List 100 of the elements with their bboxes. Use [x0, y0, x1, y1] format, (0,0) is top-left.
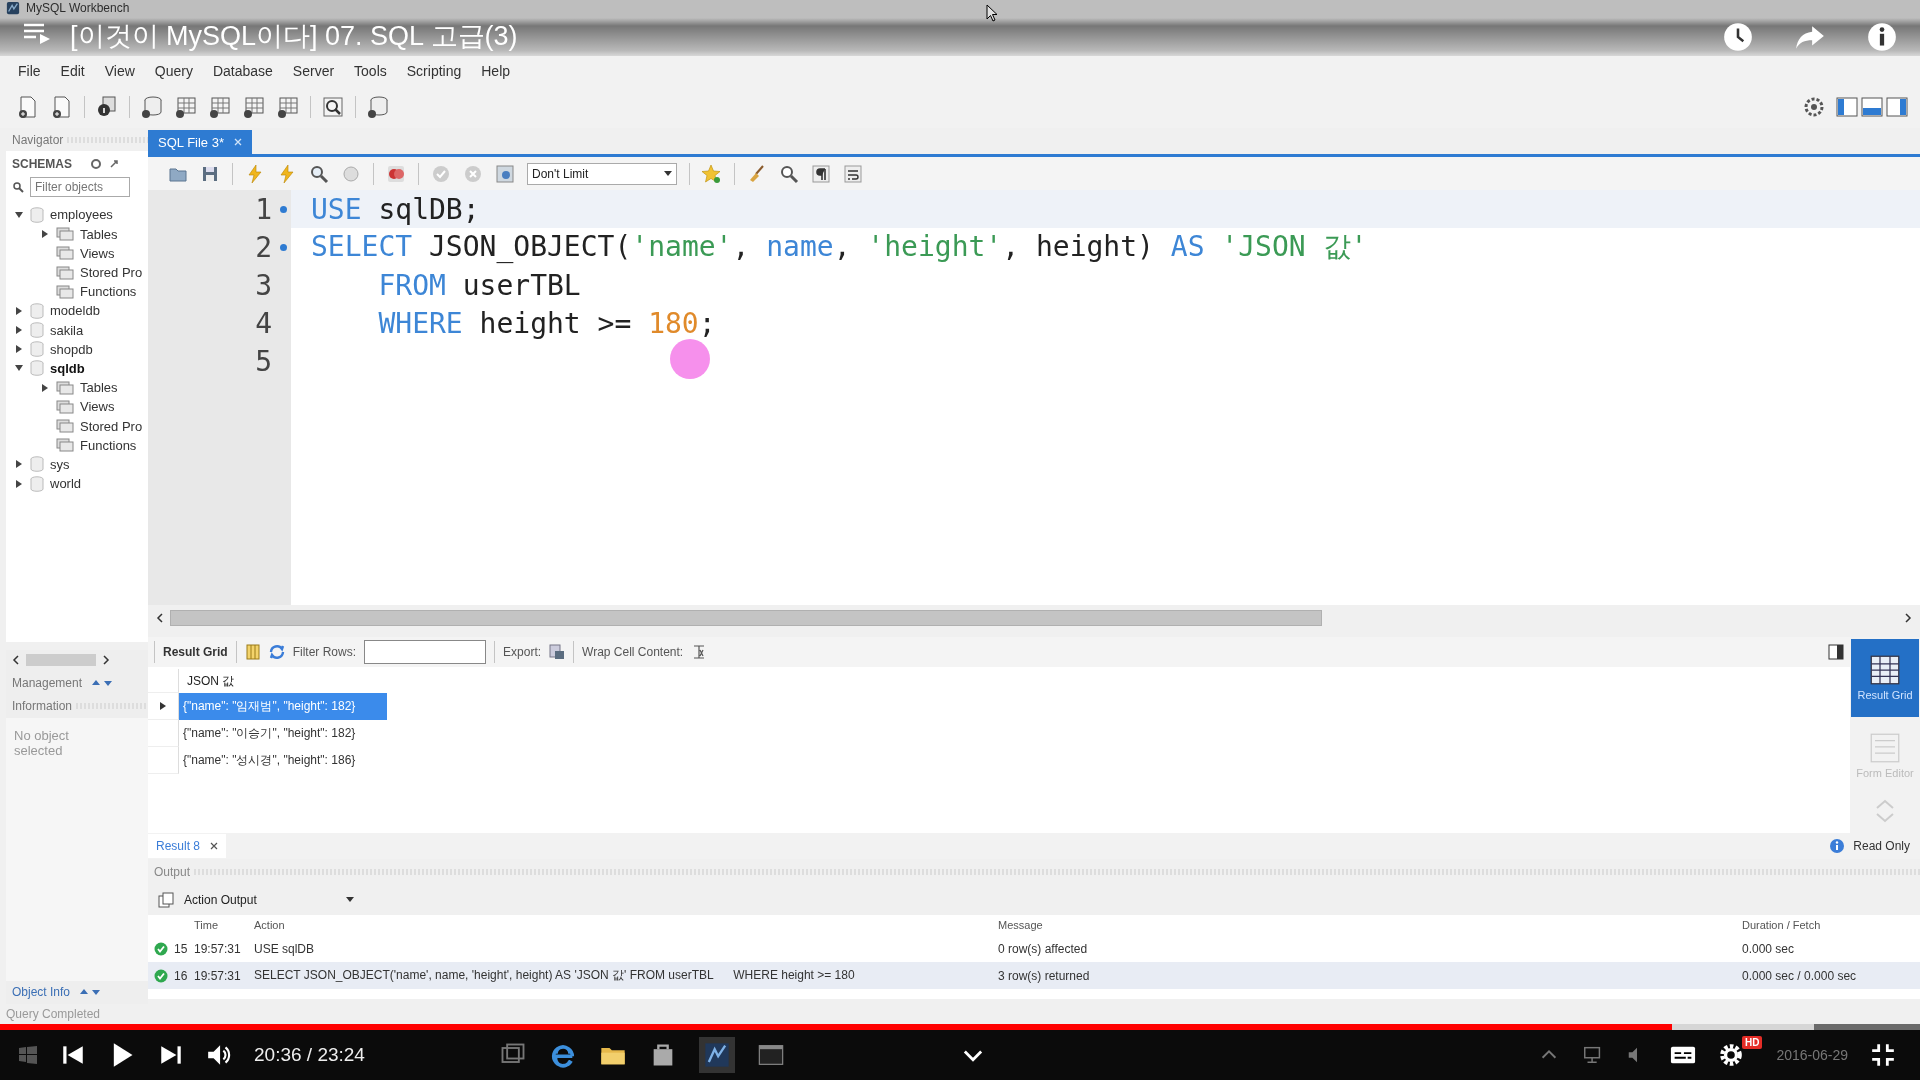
- export-icon[interactable]: [549, 644, 566, 660]
- menu-item[interactable]: Edit: [52, 63, 93, 79]
- table-cell[interactable]: {"name": "이승기", "height": 182}: [179, 720, 387, 747]
- menu-item[interactable]: Server: [284, 63, 343, 79]
- tree-item[interactable]: Stored Pro: [80, 418, 143, 434]
- row-pointer-icon: [159, 701, 167, 711]
- stop-icon[interactable]: [386, 163, 406, 184]
- schema-label[interactable]: modeldb: [50, 303, 100, 319]
- star-icon[interactable]: [702, 163, 722, 184]
- info-icon[interactable]: [95, 95, 119, 119]
- filter-field[interactable]: Filter objects: [30, 177, 130, 198]
- tree-item[interactable]: Functions: [80, 437, 137, 453]
- grid-icon: [1870, 655, 1900, 685]
- panel-toggle-icon[interactable]: [1828, 644, 1844, 660]
- scroll-right-icon[interactable]: [102, 655, 110, 666]
- tree-item[interactable]: Tables: [80, 380, 118, 396]
- table-cell-text: 3 row(s) returned: [998, 968, 1091, 983]
- menu-item[interactable]: File: [10, 63, 49, 79]
- tree-toggle-icon[interactable]: [14, 344, 24, 355]
- folder-icon: [56, 419, 74, 433]
- table-cell-text: 15: [174, 941, 189, 956]
- code-line: FROM userTBL: [378, 268, 581, 302]
- schema-label[interactable]: shopdb: [50, 341, 93, 357]
- result-tab[interactable]: Result 8: [148, 834, 227, 858]
- database-icon[interactable]: [366, 95, 390, 119]
- object-info-tab[interactable]: Object Info: [6, 985, 71, 1000]
- info-icon[interactable]: [1866, 21, 1898, 53]
- menu-item[interactable]: View: [96, 63, 143, 79]
- workbench-icon[interactable]: [698, 1037, 735, 1073]
- settings-icon[interactable]: [1802, 95, 1826, 119]
- tree-toggle-icon[interactable]: [14, 325, 24, 336]
- tree-item[interactable]: Functions: [80, 284, 137, 300]
- table-cell[interactable]: {"name": "성시경", "height": 186}: [179, 747, 387, 774]
- scroll-left-icon[interactable]: [12, 655, 20, 666]
- tree-toggle-icon[interactable]: [14, 305, 24, 316]
- database-icon: [30, 475, 44, 492]
- scroll-left-icon[interactable]: [156, 613, 164, 623]
- close-icon[interactable]: [210, 842, 219, 850]
- gear-icon[interactable]: [495, 163, 515, 184]
- database-icon: [30, 341, 44, 358]
- menu-item[interactable]: Help: [473, 63, 519, 79]
- menu-item[interactable]: Scripting: [398, 63, 470, 79]
- copy-icon[interactable]: [158, 892, 174, 908]
- column-header[interactable]: JSON 값: [179, 669, 391, 693]
- column-header[interactable]: Time: [194, 919, 254, 931]
- wrap-cell-label: Wrap Cell Content:: [582, 645, 684, 659]
- menu-item[interactable]: Query: [146, 63, 201, 79]
- app-icon: [6, 1, 20, 15]
- grid-icon[interactable]: [244, 644, 261, 660]
- output-mode-dropdown[interactable]: Action Output: [184, 893, 354, 907]
- schema-label[interactable]: sys: [50, 456, 70, 472]
- tree-toggle-icon[interactable]: [14, 459, 24, 470]
- limit-dropdown[interactable]: Don't Limit: [527, 162, 677, 185]
- table-icon[interactable]: [208, 95, 232, 119]
- check-icon[interactable]: [431, 163, 451, 184]
- management-tab[interactable]: Management: [6, 675, 83, 690]
- schema-label[interactable]: sakila: [50, 322, 84, 338]
- pilcrow-icon[interactable]: [811, 163, 831, 184]
- magnifier-icon[interactable]: [309, 163, 329, 184]
- navigator-title: Navigator: [11, 132, 64, 147]
- schema-label[interactable]: world: [50, 476, 82, 492]
- table-cell-text: SELECT JSON_OBJECT('name', name, 'height', height) AS 'JSON 값' FROM userTBL WHERE height >= 180: [254, 967, 856, 984]
- menu-item[interactable]: Database: [204, 63, 281, 79]
- schema-label[interactable]: sqldb: [50, 360, 85, 376]
- refresh-icon[interactable]: [90, 158, 102, 171]
- table-cell-text: 0.000 sec: [1742, 941, 1796, 956]
- scroll-right-icon[interactable]: [1904, 613, 1912, 623]
- database-icon: [30, 302, 44, 319]
- tree-item[interactable]: Views: [80, 399, 115, 415]
- wrap-icon[interactable]: [843, 163, 863, 184]
- tree-toggle-icon[interactable]: [14, 478, 24, 489]
- exit-fullscreen-icon[interactable]: [1870, 1042, 1896, 1068]
- magnifier-icon[interactable]: [321, 95, 345, 119]
- filter-rows-field[interactable]: [364, 640, 487, 664]
- tree-toggle-icon[interactable]: [40, 229, 50, 240]
- settings-icon[interactable]: [1718, 1042, 1745, 1068]
- menu-item[interactable]: Tools: [346, 63, 395, 79]
- broom-icon[interactable]: [747, 163, 767, 184]
- editor-tab[interactable]: SQL File 3*: [148, 130, 252, 154]
- refresh-icon[interactable]: [268, 644, 285, 660]
- table-icon[interactable]: [242, 95, 266, 119]
- playlist-icon[interactable]: [22, 21, 52, 45]
- panel-layout-icon[interactable]: [1836, 95, 1908, 119]
- table-icon[interactable]: [174, 95, 198, 119]
- tree-toggle-icon[interactable]: [14, 209, 24, 220]
- side-view-button[interactable]: Result Grid: [1851, 639, 1919, 717]
- table-icon[interactable]: [276, 95, 300, 119]
- column-header[interactable]: Message: [998, 919, 1742, 931]
- search-icon: [12, 181, 24, 194]
- database-icon[interactable]: [140, 95, 164, 119]
- tree-toggle-icon[interactable]: [40, 382, 50, 393]
- schema-label[interactable]: employees: [50, 207, 113, 223]
- dropdown-arrow-icon: [664, 170, 672, 177]
- tree-item[interactable]: Tables: [80, 226, 118, 242]
- column-header[interactable]: Duration / Fetch: [1742, 919, 1882, 931]
- column-header[interactable]: Action: [254, 919, 998, 931]
- tree-item[interactable]: Stored Pro: [80, 265, 143, 280]
- clock-icon[interactable]: [1722, 21, 1754, 53]
- tree-item[interactable]: Views: [80, 245, 115, 261]
- magnifier-icon[interactable]: [779, 163, 799, 184]
